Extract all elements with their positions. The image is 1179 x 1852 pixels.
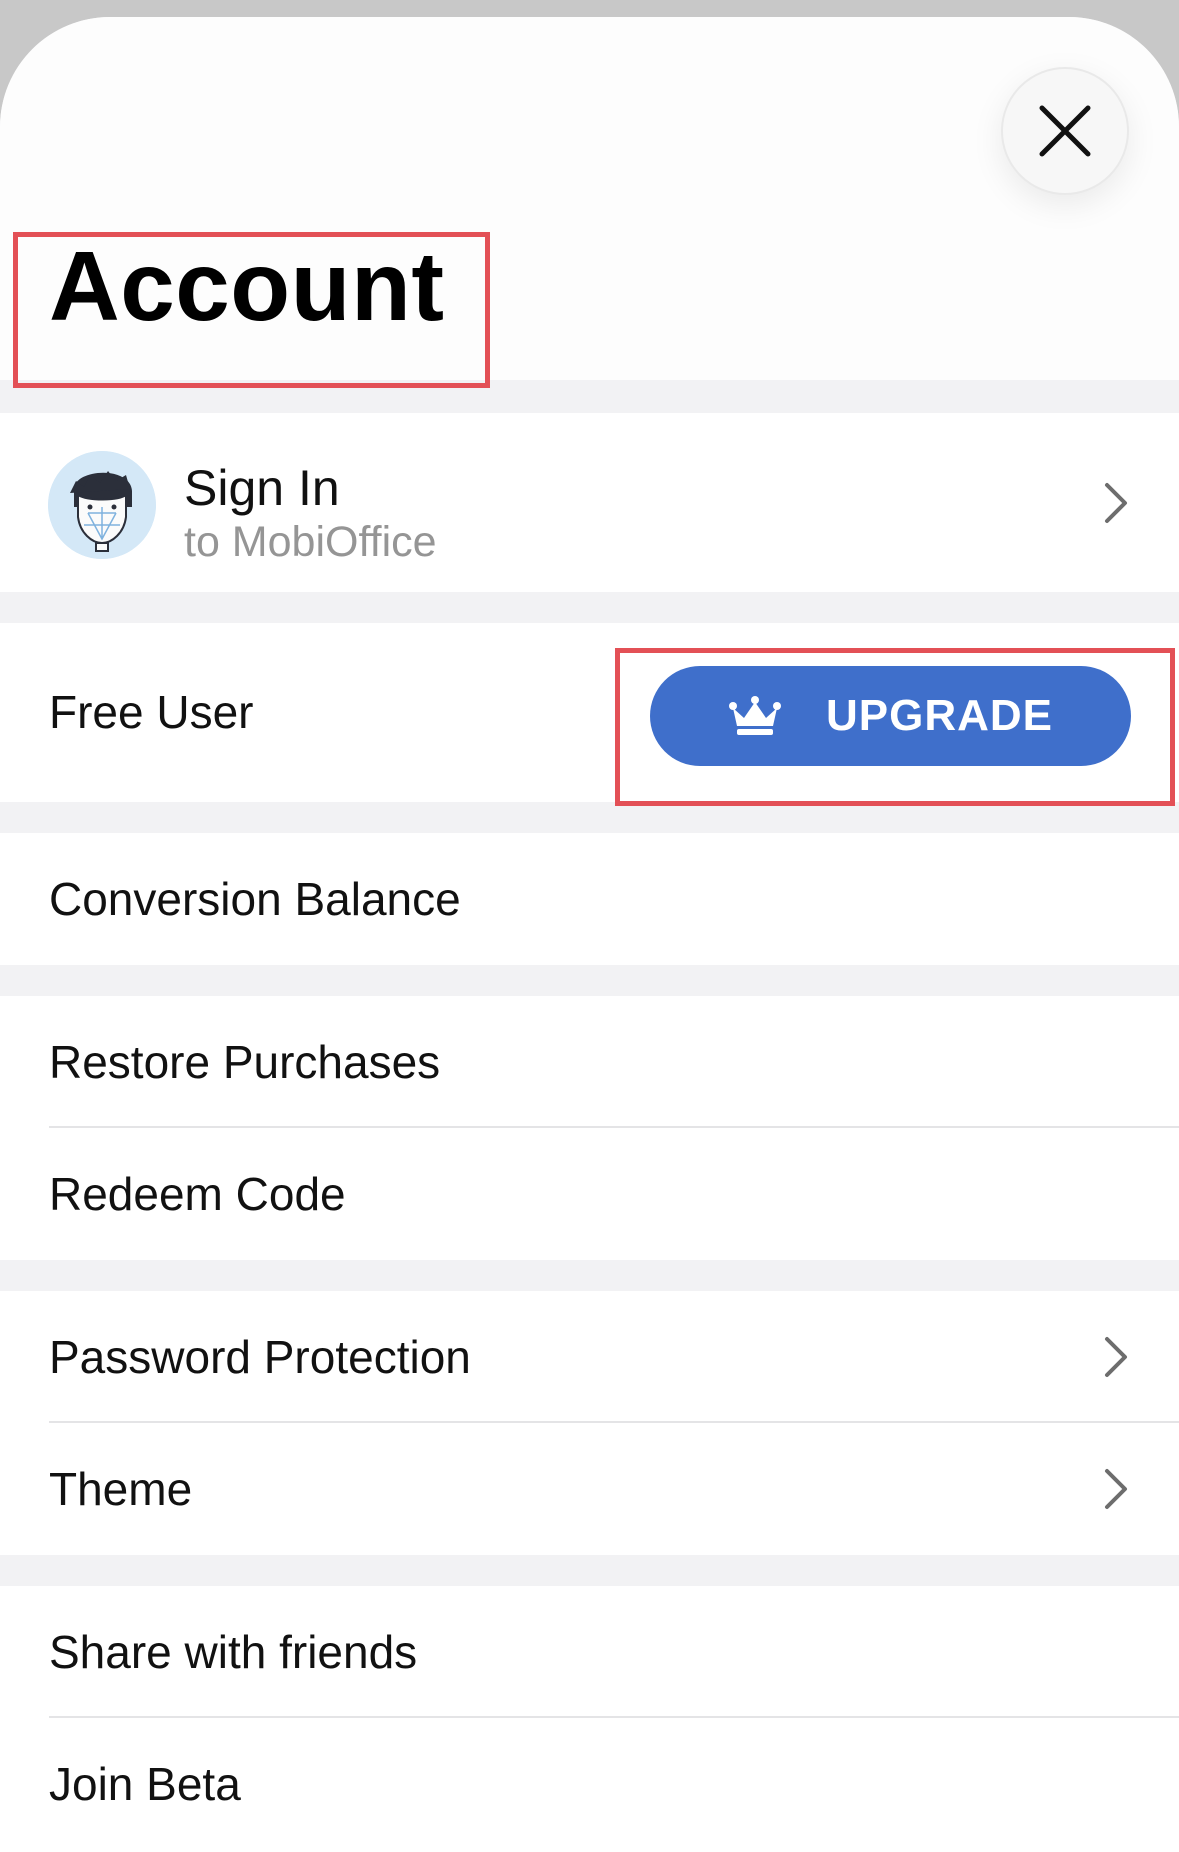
password-protection-row[interactable]: Password Protection bbox=[0, 1291, 1179, 1423]
conversion-balance-label: Conversion Balance bbox=[49, 873, 461, 925]
sign-in-title: Sign In bbox=[184, 460, 340, 516]
join-beta-label: Join Beta bbox=[49, 1758, 241, 1810]
sign-in-subtitle: to MobiOffice bbox=[184, 518, 437, 566]
password-protection-label: Password Protection bbox=[49, 1331, 471, 1383]
redeem-code-row[interactable]: Redeem Code bbox=[0, 1128, 1179, 1260]
restore-purchases-row[interactable]: Restore Purchases bbox=[0, 996, 1179, 1128]
theme-row[interactable]: Theme bbox=[0, 1423, 1179, 1555]
settings-group: Password Protection Theme bbox=[0, 1291, 1179, 1555]
chevron-right-icon bbox=[1105, 1337, 1127, 1377]
share-with-friends-row[interactable]: Share with friends bbox=[0, 1586, 1179, 1718]
face-id-avatar bbox=[48, 451, 156, 559]
join-beta-row[interactable]: Join Beta bbox=[0, 1718, 1179, 1850]
redeem-code-label: Redeem Code bbox=[49, 1168, 346, 1220]
restore-purchases-label: Restore Purchases bbox=[49, 1036, 441, 1088]
free-user-label: Free User bbox=[49, 686, 254, 738]
chevron-right-icon bbox=[1105, 1469, 1127, 1509]
sign-in-row[interactable]: Sign In to MobiOffice bbox=[0, 413, 1179, 592]
share-with-friends-label: Share with friends bbox=[49, 1626, 418, 1678]
theme-label: Theme bbox=[49, 1463, 193, 1515]
close-icon bbox=[1039, 105, 1091, 157]
purchases-group: Restore Purchases Redeem Code bbox=[0, 996, 1179, 1260]
conversion-balance-cell: Conversion Balance bbox=[0, 833, 1179, 965]
community-group: Share with friends Join Beta bbox=[0, 1586, 1179, 1852]
close-button[interactable] bbox=[1001, 67, 1129, 195]
conversion-balance-row[interactable]: Conversion Balance bbox=[0, 833, 1179, 965]
avatar bbox=[48, 451, 156, 559]
chevron-right-icon bbox=[1105, 482, 1127, 523]
upgrade-highlight-box bbox=[615, 648, 1175, 806]
account-sheet: Account Sign In to MobiOffice Free User bbox=[0, 17, 1179, 1852]
title-highlight-box bbox=[13, 232, 490, 388]
